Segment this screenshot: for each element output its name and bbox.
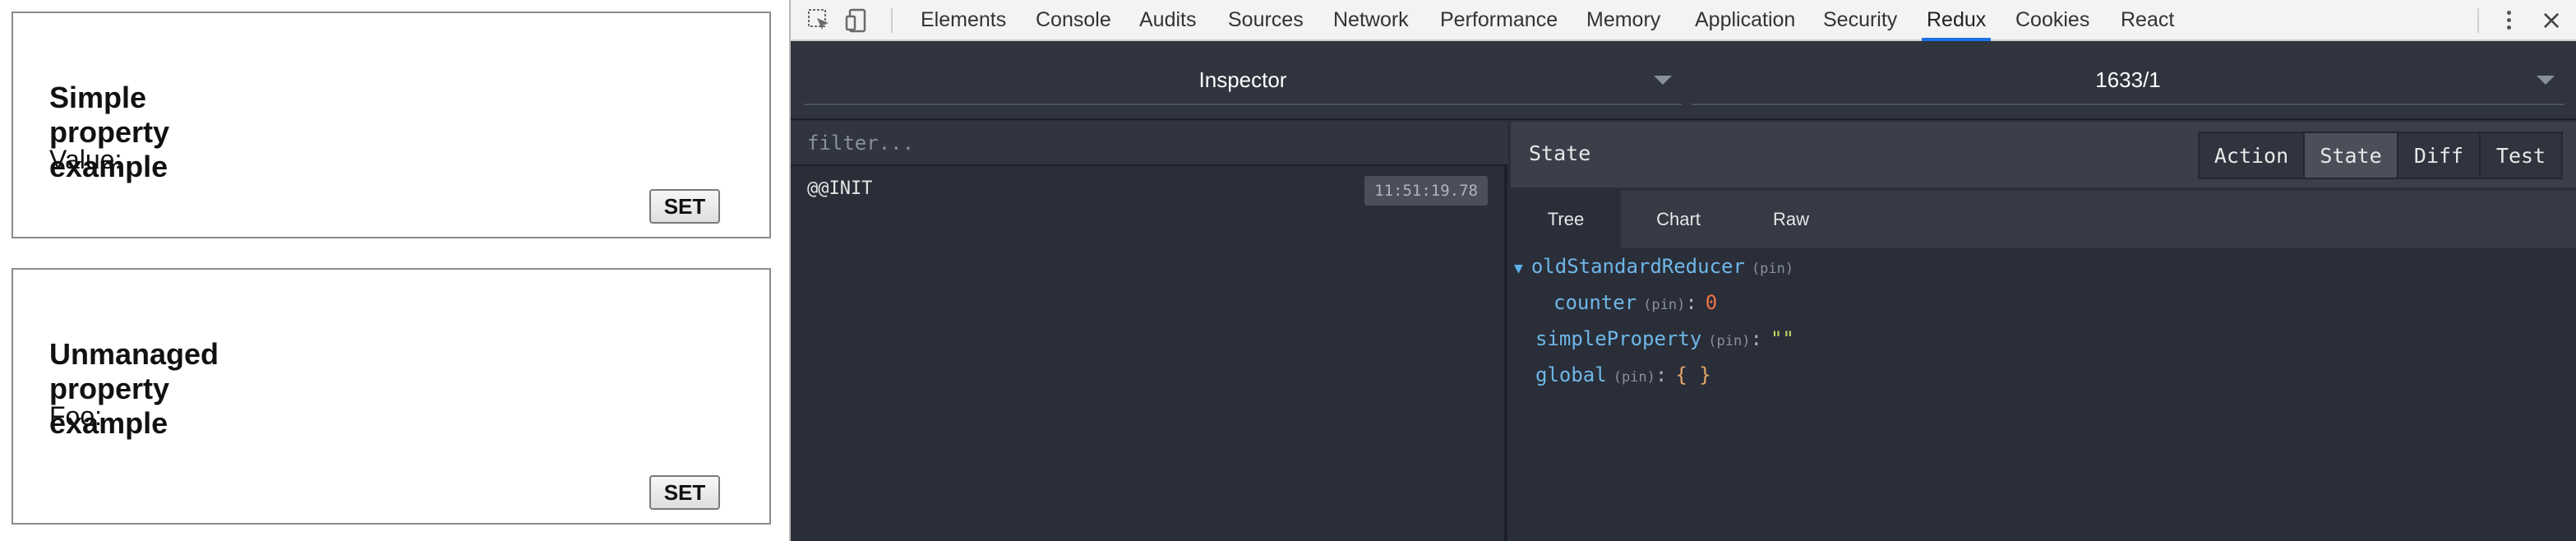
tree-key: global [1535, 363, 1607, 386]
tree-colon: : [1655, 363, 1668, 386]
tab-console[interactable]: Console [1036, 0, 1111, 39]
state-button[interactable]: State [2303, 132, 2398, 179]
instance-select[interactable]: 1633/1 [1692, 56, 2564, 105]
tab-raw[interactable]: Raw [1736, 191, 1846, 248]
foo-label: Foo: [49, 401, 103, 431]
tab-chart[interactable]: Chart [1621, 191, 1736, 248]
tab-application[interactable]: Application [1695, 0, 1795, 39]
inspect-element-icon[interactable] [806, 7, 833, 35]
set-unmanaged-button[interactable]: SET [649, 475, 720, 510]
tree-colon: : [1750, 327, 1762, 350]
tree-node-oldstandardreducer[interactable]: ▼ oldStandardReducer (pin) [1514, 255, 1794, 278]
app-page: Simple property example Value: SET Unman… [0, 0, 789, 541]
toolbar-separator-right [2477, 8, 2479, 33]
state-pane: State Action State Diff Test Tree Chart … [1511, 122, 2576, 541]
expand-toggle-icon[interactable]: ▼ [1514, 260, 1523, 277]
set-simple-button[interactable]: SET [649, 189, 720, 224]
tab-redux[interactable]: Redux [1921, 0, 1992, 41]
tree-key: oldStandardReducer [1530, 255, 1745, 278]
chevron-down-icon [1654, 76, 1672, 85]
tab-audits[interactable]: Audits [1139, 0, 1196, 39]
tab-memory[interactable]: Memory [1586, 0, 1660, 39]
toolbar-separator [891, 8, 893, 33]
monitor-select-value: Inspector [1198, 67, 1287, 92]
filter-input[interactable]: filter... [791, 122, 1507, 166]
tree-key: simpleProperty [1535, 327, 1702, 350]
action-list-item[interactable]: @@INIT 11:51:19.78 [791, 168, 1507, 209]
tab-sources[interactable]: Sources [1228, 0, 1304, 39]
value-label: Value: [49, 145, 122, 174]
diff-button[interactable]: Diff [2397, 132, 2481, 179]
tree-node-simpleproperty[interactable]: simpleProperty (pin) : "" [1535, 327, 1794, 350]
tree-node-counter[interactable]: counter (pin) : 0 [1553, 291, 1717, 314]
pin-toggle[interactable]: (pin) [1643, 297, 1685, 313]
tree-key: counter [1553, 291, 1637, 314]
panel-title: State [1529, 141, 1591, 165]
pin-toggle[interactable]: (pin) [1752, 261, 1794, 277]
redux-selector-bar: Inspector 1633/1 [791, 41, 2576, 120]
monitor-select[interactable]: Inspector [804, 56, 1682, 105]
chevron-down-icon [2537, 76, 2555, 85]
action-list-pane: filter... @@INIT 11:51:19.78 [791, 122, 1507, 541]
tab-elements[interactable]: Elements [921, 0, 1006, 39]
devtools-toolbar: Elements Console Audits Sources Network … [791, 0, 2576, 41]
tab-security[interactable]: Security [1823, 0, 1897, 39]
state-sub-tabs: Tree Chart Raw [1511, 191, 2576, 248]
state-header: State Action State Diff Test [1511, 122, 2576, 189]
tree-value: 0 [1705, 291, 1718, 314]
action-timestamp: 11:51:19.78 [1364, 176, 1488, 206]
action-button[interactable]: Action [2198, 132, 2305, 179]
device-toolbar-icon[interactable] [845, 7, 873, 35]
pin-toggle[interactable]: (pin) [1708, 333, 1750, 349]
tab-cookies[interactable]: Cookies [2015, 0, 2089, 39]
tab-network[interactable]: Network [1333, 0, 1409, 39]
tree-node-global[interactable]: global (pin) : { } [1535, 363, 1711, 386]
instance-select-value: 1633/1 [2095, 67, 2161, 92]
pin-toggle[interactable]: (pin) [1613, 369, 1655, 386]
action-type: @@INIT [807, 178, 873, 199]
state-tree: ▼ oldStandardReducer (pin) counter (pin)… [1511, 248, 2576, 541]
test-button[interactable]: Test [2479, 132, 2563, 179]
tab-performance[interactable]: Performance [1440, 0, 1558, 39]
tree-colon: : [1685, 291, 1697, 314]
devtools-panel: Elements Console Audits Sources Network … [789, 0, 2576, 541]
tree-value: "" [1770, 327, 1794, 350]
close-icon[interactable]: × [2537, 3, 2566, 36]
tree-value: { } [1675, 363, 1711, 386]
tab-tree[interactable]: Tree [1511, 191, 1621, 248]
tab-react[interactable]: React [2121, 0, 2174, 39]
more-options-icon[interactable] [2500, 5, 2517, 35]
